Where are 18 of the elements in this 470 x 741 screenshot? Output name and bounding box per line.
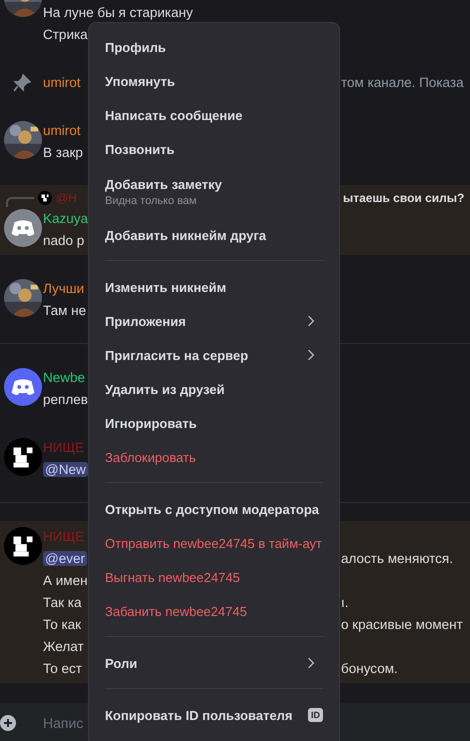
- message-text: nado р: [43, 232, 84, 248]
- message-text: Желат: [43, 638, 84, 654]
- reply-text: ытаешь свои силы?: [342, 191, 464, 205]
- message-text: Так ка: [43, 594, 82, 610]
- message-text: реплев: [43, 392, 88, 406]
- message-text: То ест: [43, 660, 82, 676]
- system-message-text: том канале. Показа: [340, 74, 464, 90]
- message-text: о красивые момент: [340, 616, 463, 632]
- message-text: бонусом.: [340, 660, 398, 676]
- message-text: На луне бы я старикану: [43, 4, 193, 20]
- message-text: Там не: [43, 302, 86, 318]
- id-badge: ID: [308, 708, 323, 722]
- message-text: А имен: [43, 572, 88, 588]
- message-text: алость меняются.: [340, 550, 453, 566]
- message-text: ı.: [340, 594, 349, 610]
- message-text: В закр: [43, 144, 83, 160]
- message-text: Стрика: [43, 26, 88, 42]
- message-text: То как: [43, 616, 82, 632]
